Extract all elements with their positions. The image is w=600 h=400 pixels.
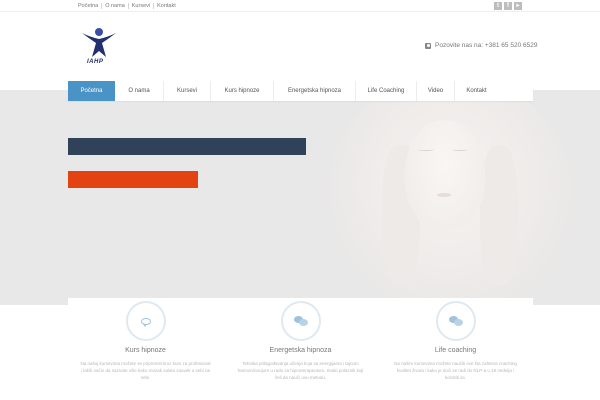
- logo-figure-icon: [82, 33, 116, 57]
- top-link-o-nama[interactable]: O nama: [105, 1, 125, 11]
- nav-item-kontakt[interactable]: Kontakt: [455, 81, 498, 101]
- nav-item-kursevi[interactable]: Kursevi: [164, 81, 211, 101]
- features-section: Kurs hipnoze Na našoj kursevima možete s…: [68, 298, 533, 400]
- nav-item-video[interactable]: Video: [417, 81, 455, 101]
- logo-text: IAHP: [87, 59, 104, 65]
- feature-text: Na našoj kursevima možete se pripremiti …: [80, 361, 211, 380]
- nav-item-pocetna[interactable]: Početna: [68, 81, 115, 101]
- social-links: t f ▸: [494, 2, 522, 10]
- feature-title[interactable]: Life coaching: [435, 347, 476, 354]
- top-link-kursevi[interactable]: Kursevi: [132, 1, 150, 11]
- comments-icon: [293, 316, 308, 326]
- top-link-kontakt[interactable]: Kontakt: [157, 1, 176, 11]
- comment-icon: [140, 317, 151, 327]
- logo-head-icon: [95, 28, 103, 36]
- phone-icon: [425, 42, 431, 49]
- feature-energetska-hipnoza: Energetska hipnoza Tehnika prilagođavanj…: [223, 298, 378, 400]
- separator: [153, 3, 155, 9]
- facebook-icon[interactable]: f: [504, 2, 512, 10]
- feature-life-coaching: Life coaching Na našim kursevima možete …: [378, 298, 533, 400]
- hero-caption-bar: [68, 138, 306, 155]
- main-nav: Početna O nama Kursevi Kurs hipnoze Ener…: [68, 81, 533, 101]
- nav-item-kurs-hipnoze[interactable]: Kurs hipnoze: [211, 81, 274, 101]
- feature-title[interactable]: Energetska hipnoza: [270, 347, 332, 354]
- separator: [101, 3, 103, 9]
- phone-label: Pozovite nas na: +381 65 520 6529: [435, 42, 538, 49]
- nav-item-o-nama[interactable]: O nama: [115, 81, 164, 101]
- feature-text: Na našim kursevima možete naučiti sve št…: [394, 361, 517, 380]
- nav-item-life-coaching[interactable]: Life Coaching: [356, 81, 417, 101]
- comments-icon: [448, 316, 463, 326]
- feature-icon-circle[interactable]: [125, 301, 166, 341]
- hero-hand-right: [480, 145, 518, 285]
- hero-eye-left: [418, 148, 434, 151]
- youtube-icon[interactable]: ▸: [514, 2, 522, 10]
- top-link-pocetna[interactable]: Početna: [78, 1, 98, 11]
- nav-item-energetska-hipnoza[interactable]: Energetska hipnoza: [274, 81, 356, 101]
- feature-kurs-hipnoze: Kurs hipnoze Na našoj kursevima možete s…: [68, 298, 223, 400]
- phone-info: Pozovite nas na: +381 65 520 6529: [425, 42, 537, 49]
- feature-title[interactable]: Kurs hipnoze: [125, 347, 166, 354]
- feature-icon-circle[interactable]: [435, 301, 476, 341]
- hero-slider: [0, 90, 600, 305]
- hero-lips: [437, 193, 451, 197]
- feature-icon-circle[interactable]: [280, 301, 321, 341]
- separator: [127, 3, 129, 9]
- hero-face: [405, 120, 485, 230]
- feature-text: Tehnika prilagođavanja učenja koja sa en…: [237, 361, 364, 380]
- twitter-icon[interactable]: t: [494, 2, 502, 10]
- hero-eye-right: [452, 148, 468, 151]
- top-links: Početna O nama Kursevi Kontakt: [78, 1, 176, 11]
- hero-button-bar[interactable]: [68, 171, 198, 188]
- top-bar: Početna O nama Kursevi Kontakt t f ▸: [0, 0, 600, 12]
